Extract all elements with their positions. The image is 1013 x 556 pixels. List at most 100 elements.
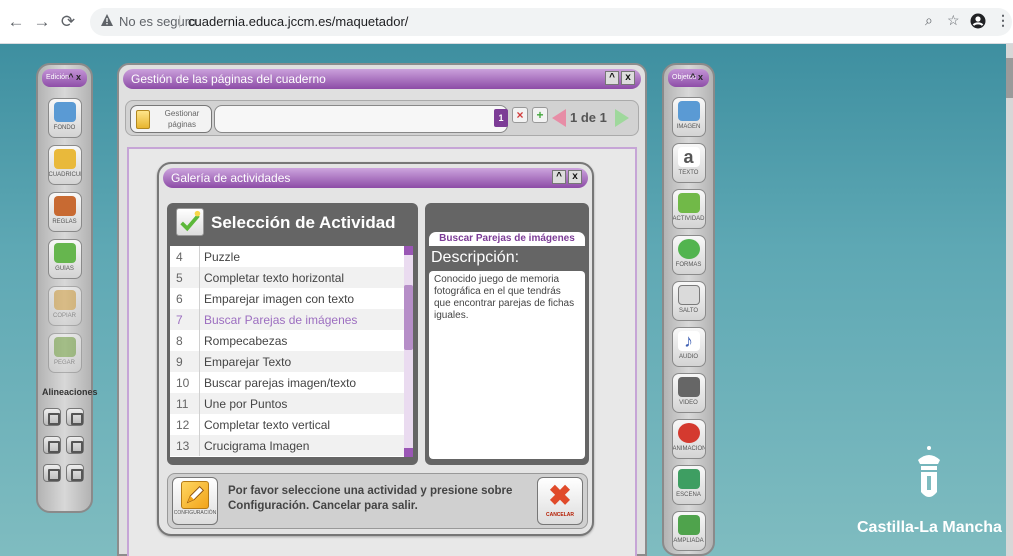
cancel-button[interactable]: ✖ CANCELAR [537, 477, 583, 525]
list-item[interactable]: 10 Buscar parejas imagen/texto [170, 372, 413, 393]
panel-controls[interactable]: ^ x [690, 72, 703, 82]
previous-page-icon[interactable] [552, 109, 566, 127]
item-number: 6 [176, 292, 183, 306]
page-strip[interactable] [214, 105, 508, 133]
pencil-icon [181, 481, 209, 509]
ruler-icon [53, 196, 76, 216]
configuration-button[interactable]: CONFIGURACIÓN [172, 477, 218, 525]
grid-button[interactable]: CUADRÍCULA [47, 145, 82, 185]
menu-icon[interactable]: ⋮ [996, 12, 1010, 29]
selected-activity-name: Buscar Parejas de imágenes [429, 232, 585, 246]
activity-button[interactable]: ACTIVIDAD [671, 189, 706, 229]
minimize-button[interactable]: ^ [605, 71, 619, 85]
close-button[interactable]: x [621, 71, 635, 85]
item-name: Completar texto vertical [204, 418, 331, 432]
panel-controls[interactable]: ^ x [68, 72, 81, 82]
animation-button[interactable]: ANIMACIÓN [671, 419, 706, 459]
zoom-icon[interactable]: ⌕ [925, 12, 933, 29]
item-name: Crucigrama Imagen [204, 439, 310, 453]
scene-icon [677, 469, 700, 489]
item-number: 11 [176, 397, 189, 411]
list-item[interactable]: 12 Completar texto vertical [170, 414, 413, 435]
rulers-button[interactable]: REGLAS [47, 192, 82, 232]
item-name: Completar texto horizontal [204, 271, 345, 285]
tool-label: CUADRÍCULA [48, 172, 81, 178]
align-left-button[interactable] [43, 436, 61, 454]
not-secure-label: No es seguro [119, 14, 197, 29]
gallery-close-button[interactable]: x [568, 170, 582, 184]
list-item[interactable]: 8 Rompecabezas [170, 330, 413, 351]
video-icon [677, 377, 700, 397]
gallery-minimize-button[interactable]: ^ [552, 170, 566, 184]
tool-label: ANIMACIÓN [672, 446, 705, 452]
url-text[interactable]: cuadernia.educa.jccm.es/maquetador/ [188, 14, 408, 29]
text-button[interactable]: a TEXTO [671, 143, 706, 183]
add-page-icon[interactable]: + [532, 107, 548, 123]
scroll-thumb[interactable] [404, 285, 413, 350]
align-bottom-button[interactable] [66, 408, 84, 426]
page-scrollbar[interactable] [1006, 44, 1013, 556]
align-right-button[interactable] [66, 436, 84, 454]
forward-icon[interactable]: → [32, 12, 52, 32]
background-button[interactable]: FONDO [47, 98, 82, 138]
activity-selection-panel: Selección de Actividad 4 Puzzle 5 Completa… [167, 203, 418, 465]
scroll-down-icon[interactable] [404, 448, 413, 457]
item-number: 9 [176, 355, 183, 369]
jump-button[interactable]: SALTO [671, 281, 706, 321]
list-item[interactable]: 4 Puzzle [170, 246, 413, 267]
alignments-label: Alineaciones [42, 387, 98, 397]
tool-label: GUÍAS [55, 266, 74, 272]
image-button[interactable]: IMAGEN [671, 97, 706, 137]
pages-toolbar: Gestionar páginas 1 × + 1 de 1 [125, 100, 639, 136]
crest-logo [918, 446, 940, 497]
audio-button[interactable]: ♪ AUDIO [671, 327, 706, 367]
reload-icon[interactable]: ⟳ [58, 12, 78, 32]
tool-label: IMAGEN [676, 124, 701, 130]
star-icon[interactable]: ☆ [947, 12, 960, 29]
page-management-titlebar[interactable]: Gestión de las páginas del cuaderno ^ x [123, 69, 641, 89]
manage-pages-label: Gestionar páginas [164, 109, 200, 129]
text-icon: a [677, 147, 700, 167]
copy-button[interactable]: COPIAR [47, 286, 82, 326]
tool-label: ESCENA [676, 492, 701, 498]
current-page-badge[interactable]: 1 [494, 109, 508, 127]
list-item-selected[interactable]: 7 Buscar Parejas de imágenes [170, 309, 413, 330]
list-item[interactable]: 6 Emparejar imagen con texto [170, 288, 413, 309]
scene-button[interactable]: ESCENA [671, 465, 706, 505]
back-icon[interactable]: ← [6, 12, 26, 32]
cancel-label: CANCELAR [545, 512, 575, 518]
list-item[interactable]: 13 Crucigrama Imagen [170, 435, 413, 456]
brand-name: Castilla-La Mancha [857, 519, 1002, 536]
item-number: 4 [176, 250, 183, 264]
item-name: Puzzle [204, 250, 241, 264]
align-middle-button[interactable] [66, 464, 84, 482]
list-item[interactable]: 11 Une por Puntos [170, 393, 413, 414]
enlarged-button[interactable]: AMPLIADA [671, 511, 706, 551]
video-button[interactable]: VÍDEO [671, 373, 706, 413]
list-item[interactable]: 9 Emparejar Texto [170, 351, 413, 372]
zoom-in-icon [677, 515, 700, 535]
item-name: Emparejar imagen con texto [204, 292, 355, 306]
activity-list-scrollbar[interactable] [404, 246, 413, 457]
account-icon[interactable] [970, 13, 986, 29]
scrollbar-thumb[interactable] [1006, 58, 1013, 98]
paste-button[interactable]: PEGAR [47, 333, 82, 373]
delete-page-icon[interactable]: × [512, 107, 528, 123]
tool-label: FORMAS [675, 262, 702, 268]
shapes-button[interactable]: FORMAS [671, 235, 706, 275]
checkmark-icon [176, 208, 204, 236]
edition-panel-header[interactable]: Edición ^ x [42, 69, 87, 87]
next-page-icon[interactable] [615, 109, 629, 127]
align-top-button[interactable] [43, 408, 61, 426]
edition-panel-title: Edición [46, 74, 69, 81]
manage-pages-button[interactable]: Gestionar páginas [130, 105, 212, 133]
scroll-up-icon[interactable] [404, 246, 413, 255]
list-item[interactable]: 5 Completar texto horizontal [170, 267, 413, 288]
gallery-titlebar[interactable]: Galería de actividades ^ x [163, 168, 588, 188]
jump-icon [677, 285, 700, 305]
align-center-button[interactable] [43, 464, 61, 482]
objects-panel-header[interactable]: Objetos ^ x [668, 69, 709, 87]
item-number: 12 [176, 418, 190, 432]
audio-icon: ♪ [677, 331, 700, 351]
guides-button[interactable]: GUÍAS [47, 239, 82, 279]
